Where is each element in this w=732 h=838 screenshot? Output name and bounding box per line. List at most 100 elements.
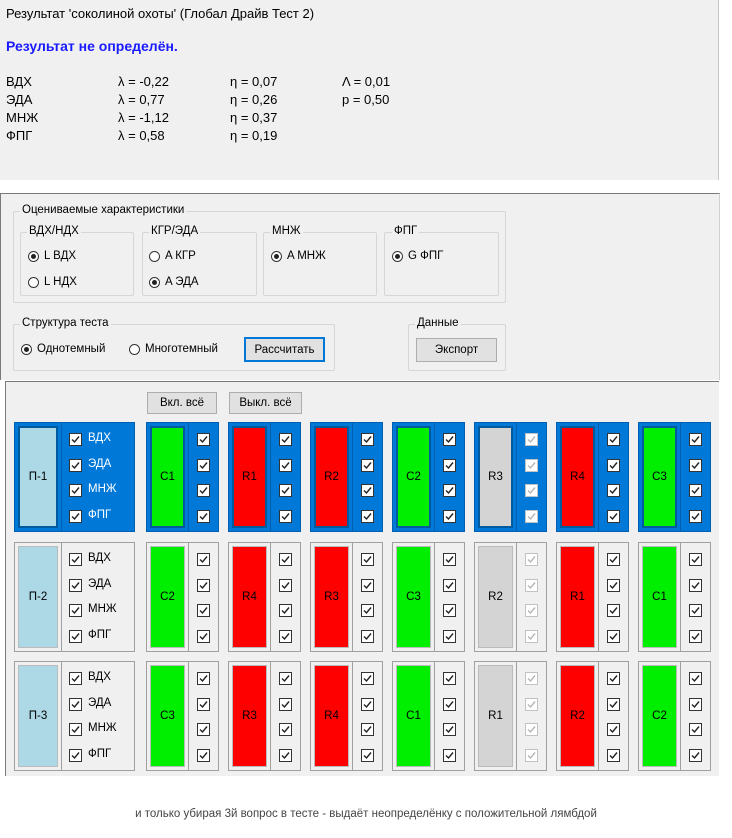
checkbox-r2-c1-2[interactable] <box>197 578 210 592</box>
row-1-item-block[interactable]: R2 <box>310 422 383 532</box>
checkbox-r3-c5-2[interactable] <box>525 697 538 711</box>
row-3-item-block[interactable]: C1 <box>392 661 465 771</box>
checkbox-r2-c5-3[interactable] <box>525 604 538 617</box>
checkbox-r1-c6-2[interactable] <box>607 458 620 472</box>
checkbox-r3-c6-1[interactable] <box>607 672 620 685</box>
row-3-header-block[interactable]: П-3 ВДХ ЭДА МНЖ ФПГ <box>14 661 135 771</box>
row-label-swatch[interactable]: П-2 <box>18 546 58 648</box>
checkbox-r2-c3-1[interactable] <box>361 553 374 566</box>
checkbox-r3-c5-1[interactable] <box>525 672 538 685</box>
item-swatch-red[interactable]: R2 <box>314 426 349 528</box>
checkbox-r1-c3-3[interactable] <box>361 484 374 497</box>
row-1-header-block[interactable]: П-1 ВДХ ЭДА МНЖ ФПГ <box>14 422 135 532</box>
checkbox-r3-c3-2[interactable] <box>361 697 374 711</box>
checkbox-r1-c4-1[interactable] <box>443 433 456 446</box>
checkbox-r1-c6-4[interactable] <box>607 509 620 523</box>
row-1-item-block[interactable]: R1 <box>228 422 301 532</box>
item-swatch-red[interactable]: R1 <box>232 426 267 528</box>
row-2-header-block[interactable]: П-2 ВДХ ЭДА МНЖ ФПГ <box>14 542 135 652</box>
checkbox-r3-c0-4[interactable] <box>69 748 82 762</box>
checkbox-r1-c2-2[interactable] <box>279 458 292 472</box>
checkbox-r1-c7-3[interactable] <box>689 484 702 497</box>
checkbox-r2-c7-4[interactable] <box>689 629 702 643</box>
checkbox-r3-c3-1[interactable] <box>361 672 374 685</box>
checkbox-r2-c3-2[interactable] <box>361 578 374 592</box>
checkbox-r3-c0-3[interactable] <box>69 723 82 736</box>
checkbox-r3-c0-1[interactable] <box>69 672 82 685</box>
row-2-item-block[interactable]: R3 <box>310 542 383 652</box>
checkbox-r3-c7-3[interactable] <box>689 723 702 736</box>
checkbox-r2-c3-4[interactable] <box>361 629 374 643</box>
row-1-item-block[interactable]: C2 <box>392 422 465 532</box>
checkbox-r3-c2-3[interactable] <box>279 723 292 736</box>
checkbox-r3-c3-3[interactable] <box>361 723 374 736</box>
checkbox-r3-c5-3[interactable] <box>525 723 538 736</box>
item-swatch-green[interactable]: C1 <box>642 546 677 648</box>
row-3-item-block[interactable]: R4 <box>310 661 383 771</box>
checkbox-r2-c2-2[interactable] <box>279 578 292 592</box>
checkbox-r1-c5-2[interactable] <box>525 458 538 472</box>
item-swatch-red[interactable]: R4 <box>232 546 267 648</box>
checkbox-r2-c4-4[interactable] <box>443 629 456 643</box>
radio-single-topic[interactable]: Однотемный <box>21 343 105 355</box>
item-swatch-red[interactable]: R3 <box>232 665 267 767</box>
checkbox-r3-c2-2[interactable] <box>279 697 292 711</box>
checkbox-r2-c1-3[interactable] <box>197 604 210 617</box>
row-2-item-block[interactable]: C1 <box>638 542 711 652</box>
checkbox-r3-c0-2[interactable] <box>69 697 82 711</box>
row-2-item-block[interactable]: R4 <box>228 542 301 652</box>
checkbox-r3-c7-2[interactable] <box>689 697 702 711</box>
checkbox-r2-c1-4[interactable] <box>197 629 210 643</box>
checkbox-r1-c6-1[interactable] <box>607 433 620 446</box>
checkbox-r1-c0-1[interactable] <box>69 433 82 446</box>
checkbox-r3-c1-4[interactable] <box>197 748 210 762</box>
checkbox-r1-c0-3[interactable] <box>69 484 82 497</box>
checkbox-r3-c7-4[interactable] <box>689 748 702 762</box>
item-swatch-red[interactable]: R3 <box>314 546 349 648</box>
checkbox-r2-c0-4[interactable] <box>69 629 82 643</box>
checkbox-r3-c1-3[interactable] <box>197 723 210 736</box>
export-button[interactable]: Экспорт <box>416 338 497 362</box>
item-swatch-green[interactable]: C2 <box>642 665 677 767</box>
item-swatch-gray[interactable]: R3 <box>478 426 513 528</box>
checkbox-r2-c5-2[interactable] <box>525 578 538 592</box>
radio-a-eda[interactable]: A ЭДА <box>149 276 199 288</box>
checkbox-r1-c3-1[interactable] <box>361 433 374 446</box>
row-2-item-block[interactable]: C3 <box>392 542 465 652</box>
checkbox-r1-c1-1[interactable] <box>197 433 210 446</box>
checkbox-r1-c7-1[interactable] <box>689 433 702 446</box>
item-swatch-green[interactable]: C3 <box>642 426 677 528</box>
checkbox-r1-c2-3[interactable] <box>279 484 292 497</box>
checkbox-r2-c2-3[interactable] <box>279 604 292 617</box>
radio-g-fpg[interactable]: G ФПГ <box>392 250 443 262</box>
checkbox-r3-c2-1[interactable] <box>279 672 292 685</box>
row-1-item-block[interactable]: C1 <box>146 422 219 532</box>
checkbox-r2-c4-2[interactable] <box>443 578 456 592</box>
row-3-item-block[interactable]: C2 <box>638 661 711 771</box>
checkbox-r3-c4-2[interactable] <box>443 697 456 711</box>
checkbox-r1-c7-4[interactable] <box>689 509 702 523</box>
row-label-swatch[interactable]: П-3 <box>18 665 58 767</box>
checkbox-r1-c2-4[interactable] <box>279 509 292 523</box>
radio-l-vdh[interactable]: L ВДХ <box>28 250 76 262</box>
checkbox-r2-c4-3[interactable] <box>443 604 456 617</box>
item-swatch-red[interactable]: R4 <box>314 665 349 767</box>
row-2-item-block[interactable]: C2 <box>146 542 219 652</box>
checkbox-r2-c5-4[interactable] <box>525 629 538 643</box>
item-swatch-green[interactable]: C1 <box>396 665 431 767</box>
checkbox-r2-c6-2[interactable] <box>607 578 620 592</box>
checkbox-r2-c0-2[interactable] <box>69 578 82 592</box>
enable-all-button[interactable]: Вкл. всё <box>147 392 217 414</box>
checkbox-r2-c2-4[interactable] <box>279 629 292 643</box>
item-swatch-gray[interactable]: R1 <box>478 665 513 767</box>
checkbox-r2-c6-3[interactable] <box>607 604 620 617</box>
checkbox-r1-c1-2[interactable] <box>197 458 210 472</box>
row-1-item-block[interactable]: R4 <box>556 422 629 532</box>
row-3-item-block[interactable]: R1 <box>474 661 547 771</box>
checkbox-r1-c1-3[interactable] <box>197 484 210 497</box>
checkbox-r3-c6-3[interactable] <box>607 723 620 736</box>
checkbox-r1-c3-2[interactable] <box>361 458 374 472</box>
checkbox-r2-c7-3[interactable] <box>689 604 702 617</box>
checkbox-r1-c7-2[interactable] <box>689 458 702 472</box>
item-swatch-green[interactable]: C2 <box>150 546 185 648</box>
